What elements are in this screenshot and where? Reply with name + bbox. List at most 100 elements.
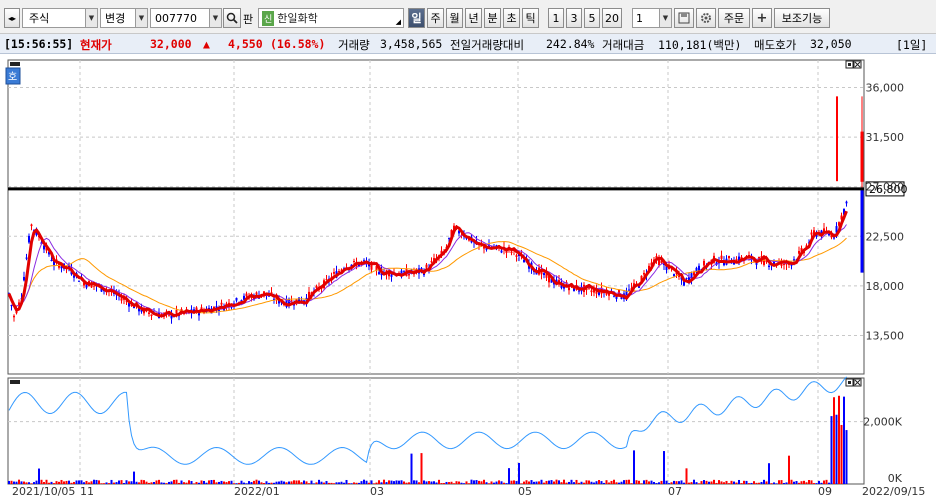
volume-bar [618,482,620,484]
last-candle-lower-body [860,188,864,273]
date-tick-label: 2021/10/05 [12,485,75,496]
candle-body [30,224,33,227]
toolbar: ◂▸ 주식 ▼ 변경 ▼ 007770 ▼ 판 신 한일화학 ◢ 일주월년분초틱… [0,0,936,34]
volume-panel-max-icon[interactable] [845,378,854,387]
ask-value: 32,050 [810,37,852,51]
period-tab-6[interactable]: 틱 [522,8,539,28]
volume-bar [833,397,835,484]
volume-bar [610,480,613,484]
interval-button-2[interactable]: 5 [584,8,600,28]
price-tick-label: 27,000 [866,181,905,194]
volume-bar [803,480,805,484]
volume-bar [53,483,55,484]
chevron-down-icon: ▼ [85,9,97,27]
price-panel-max-icon[interactable] [845,60,854,69]
settings-button[interactable] [696,8,716,28]
period-tab-1[interactable]: 주 [427,8,444,28]
volume-bar [745,480,748,484]
volume-bar [378,480,380,484]
volume-bar [773,482,775,484]
volume-bar [463,483,465,484]
volume-bar [720,481,723,484]
volume-bar [83,482,85,484]
volume-bar [678,481,680,484]
volume-bar [290,481,293,484]
volume-bar [570,479,573,484]
quote-badge[interactable]: 호 [5,67,21,85]
stock-code-input[interactable]: 007770 ▼ [150,8,222,28]
count-select[interactable]: 1 ▼ [632,8,672,28]
period-tab-3[interactable]: 년 [465,8,482,28]
volume-bar [38,468,40,484]
volume-bar [523,481,525,484]
candle-body [10,305,13,307]
volume-bar [603,482,605,484]
search-button[interactable] [223,8,241,28]
assist-function-button[interactable]: 보조기능 [774,8,830,28]
volume-value: 3,458,565 [380,37,443,51]
price-panel-close-icon[interactable] [853,60,862,69]
volume-bar [793,481,795,484]
volume-panel-close-icon[interactable] [853,378,862,387]
volume-bar [508,468,510,484]
volume-bar [328,482,330,484]
candle-body [578,290,580,292]
change-select[interactable]: 변경 ▼ [100,8,148,28]
interval-button-0[interactable]: 1 [548,8,564,28]
period-tab-4[interactable]: 분 [484,8,501,28]
interval-button-3[interactable]: 20 [602,8,622,28]
volume-panel-menu-icon[interactable] [10,380,20,384]
date-axis: 2021/10/05 11 2022/01 03 05 07 09 2022/09/15 [12,485,925,496]
add-button[interactable]: + [752,8,772,28]
candle-body [628,289,630,291]
volume-bar [138,482,140,484]
volume-bar [345,479,348,484]
price-panel-menu-icon[interactable] [10,62,20,66]
volume-bar [673,480,675,484]
interval-button-1[interactable]: 3 [566,8,582,28]
volume-bar [608,482,610,484]
volume-bar [160,482,163,484]
volume-bar [828,482,830,484]
volume-bar [580,481,583,484]
period-tab-2[interactable]: 월 [446,8,463,28]
volume-bar [750,482,753,484]
volume-bar [680,480,683,484]
svg-text:호: 호 [8,71,17,83]
volume-bar [165,483,168,484]
volume-bar [183,482,185,484]
candle-body [448,237,450,239]
volume-bar [695,482,698,484]
candle-body [643,272,645,275]
volume-bar [550,480,553,484]
stock-name-field[interactable]: 신 한일화학 ◢ [258,8,404,28]
candle-body [510,251,513,253]
volume-bar [625,479,628,484]
volume-bar [775,483,778,484]
volume-bar [308,483,310,484]
volume-bar [663,451,665,484]
candle-body [638,286,640,288]
volume-bar [468,483,470,484]
market-select[interactable]: 주식 ▼ [22,8,98,28]
volume-bar [333,483,335,484]
volume-bar [620,481,623,484]
save-button[interactable] [674,8,694,28]
volume-bar [788,455,790,484]
order-button[interactable]: 주문 [718,8,750,28]
volume-bar [78,480,80,484]
volume-bar [843,396,845,484]
volume-bar [483,479,485,484]
volume-bar [693,479,695,484]
stock-chart[interactable]: 26,800 36,00031,50027,00022,50018,00013,… [0,54,936,496]
volume-bar [368,482,370,484]
volume-bar [525,480,528,484]
period-tab-5[interactable]: 초 [503,8,520,28]
volume-bar [303,480,305,484]
volume-bar [813,483,815,484]
nav-arrows-button[interactable]: ◂▸ [4,8,20,28]
candle-body [685,278,688,280]
volume-bar [613,479,615,484]
period-tab-0[interactable]: 일 [408,8,425,28]
volume-bar [75,480,78,484]
